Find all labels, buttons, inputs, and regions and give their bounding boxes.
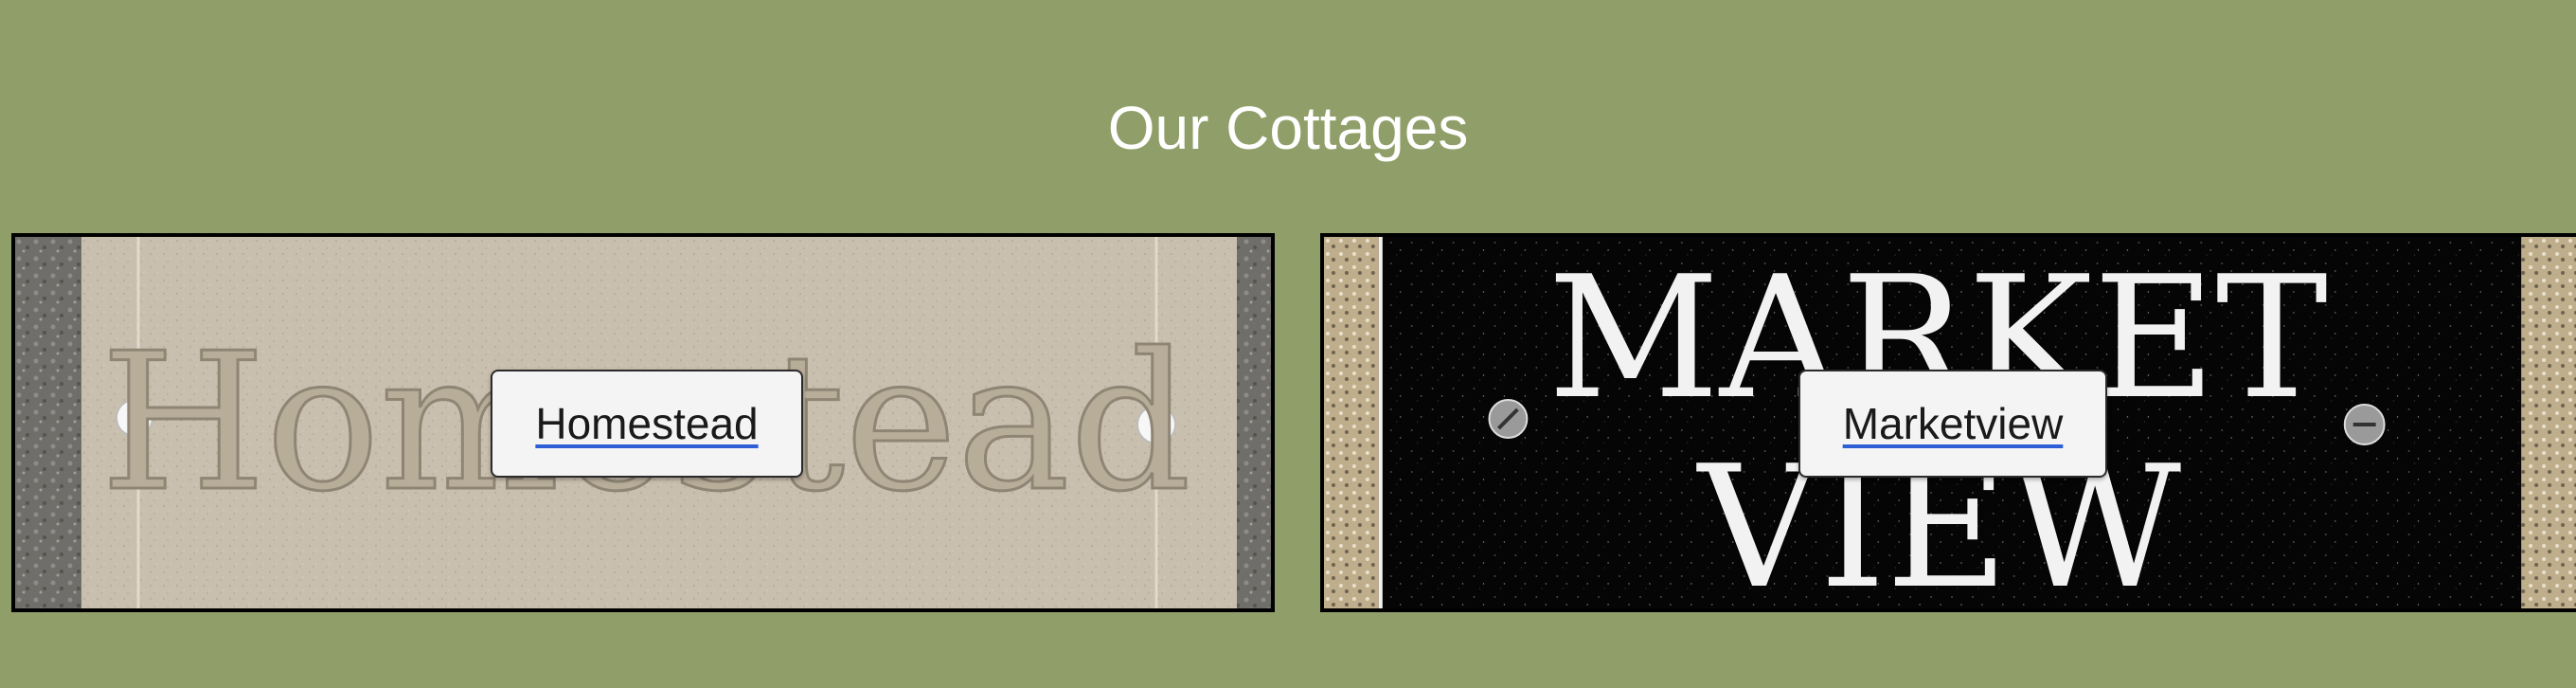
- cottage-card-homestead[interactable]: Homestead Homestead: [11, 233, 1275, 612]
- marketview-link[interactable]: Marketview: [1843, 398, 2064, 449]
- homestead-link-button[interactable]: Homestead: [491, 370, 803, 478]
- homestead-link[interactable]: Homestead: [535, 398, 758, 449]
- page-title: Our Cottages: [1107, 93, 1469, 162]
- marketview-link-button[interactable]: Marketview: [1798, 370, 2107, 478]
- cottage-card-marketview[interactable]: MARKET VIEW Marketview: [1320, 233, 2576, 612]
